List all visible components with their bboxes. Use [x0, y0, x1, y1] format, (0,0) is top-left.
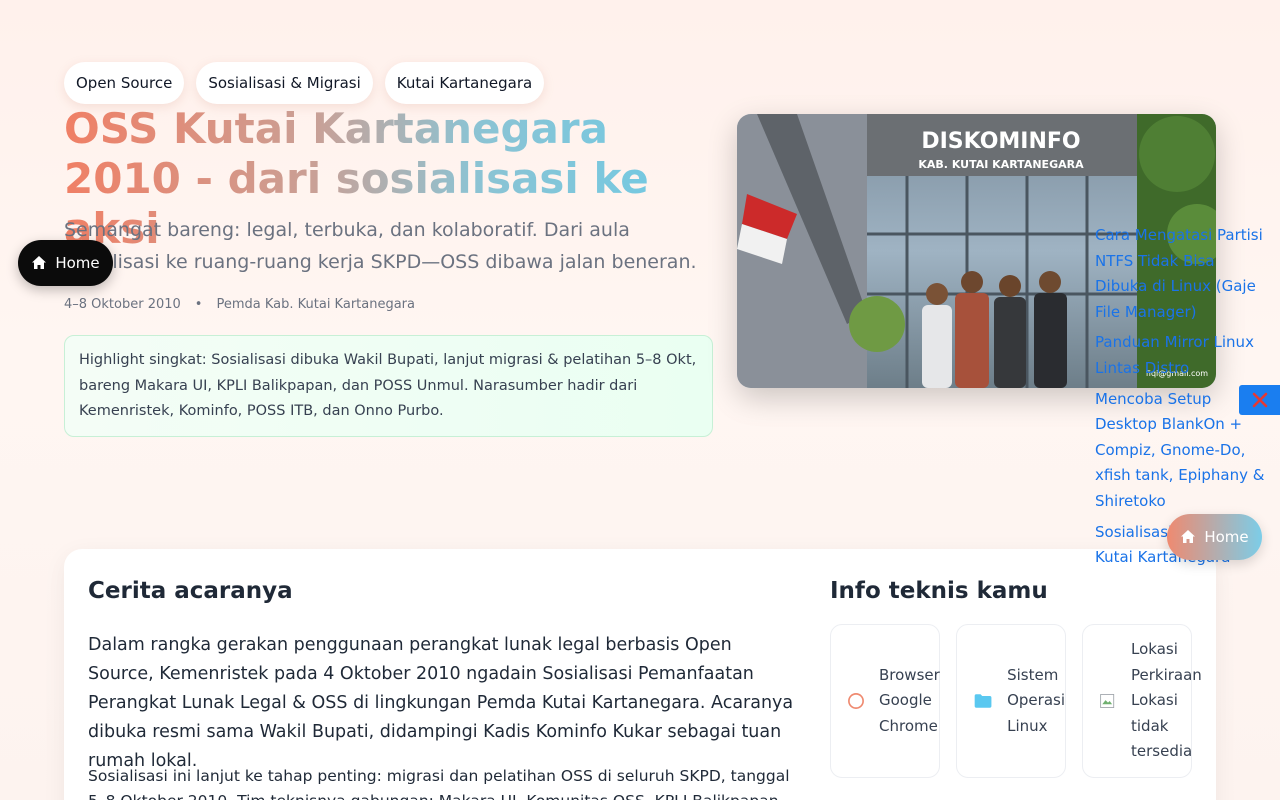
info-card-location: Lokasi Perkiraan Lokasi tidak tersedia: [1082, 624, 1202, 778]
info-card-os: Sistem Operasi Linux: [956, 624, 1066, 778]
story-paragraph-2: Sosialisasi ini lanjut ke tahap penting:…: [88, 767, 790, 800]
close-button[interactable]: [1239, 385, 1280, 415]
home-button-label: Home: [55, 254, 100, 272]
info-os-label: Sistem Operasi Linux: [1007, 665, 1065, 735]
story-heading: Cerita acaranya: [88, 578, 293, 604]
home-float-label: Home: [1204, 528, 1249, 546]
broken-image-icon: [1100, 694, 1115, 708]
related-link-ntfs[interactable]: Cara Mengatasi Partisi NTFS Tidak Bisa D…: [1095, 223, 1267, 325]
close-icon: [1252, 392, 1267, 408]
info-card-browser: Browser Google Chrome: [830, 624, 940, 778]
home-button[interactable]: Home: [18, 240, 113, 286]
story-paragraph-1: Dalam rangka gerakan penggunaan perangka…: [88, 635, 794, 771]
tag-sosialisasi-migrasi[interactable]: Sosialisasi & Migrasi: [196, 62, 373, 104]
sign-line-1: DISKOMINFO: [921, 129, 1080, 154]
info-location-label: Lokasi Perkiraan Lokasi tidak tersedia: [1131, 640, 1202, 761]
event-meta: 4–8 Oktober 2010 • Pemda Kab. Kutai Kart…: [64, 297, 415, 312]
highlight-box: Highlight singkat: Sosialisasi dibuka Wa…: [64, 335, 713, 437]
info-heading: Info teknis kamu: [830, 578, 1048, 604]
event-organizer: Pemda Kab. Kutai Kartanegara: [216, 297, 415, 312]
home-float-button[interactable]: Home: [1167, 514, 1262, 560]
browser-circle-icon: [848, 693, 864, 709]
tag-kutai-kartanegara[interactable]: Kutai Kartanegara: [384, 62, 545, 104]
related-link-mirror[interactable]: Panduan Mirror Linux Lintas Distro: [1095, 330, 1267, 381]
info-browser-label: Browser Google Chrome: [879, 665, 940, 735]
home-icon: [32, 256, 47, 269]
tag-list: Open Source Sosialisasi & Migrasi Kutai …: [64, 62, 545, 104]
folder-icon: [974, 694, 992, 708]
event-date: 4–8 Oktober 2010: [64, 297, 181, 312]
meta-separator: •: [194, 297, 203, 312]
tag-open-source[interactable]: Open Source: [64, 62, 185, 104]
home-icon: [1181, 530, 1196, 543]
hero-subtitle: Semangat bareng: legal, terbuka, dan kol…: [64, 219, 697, 273]
sign-line-2: KAB. KUTAI KARTANEGARA: [918, 158, 1084, 171]
